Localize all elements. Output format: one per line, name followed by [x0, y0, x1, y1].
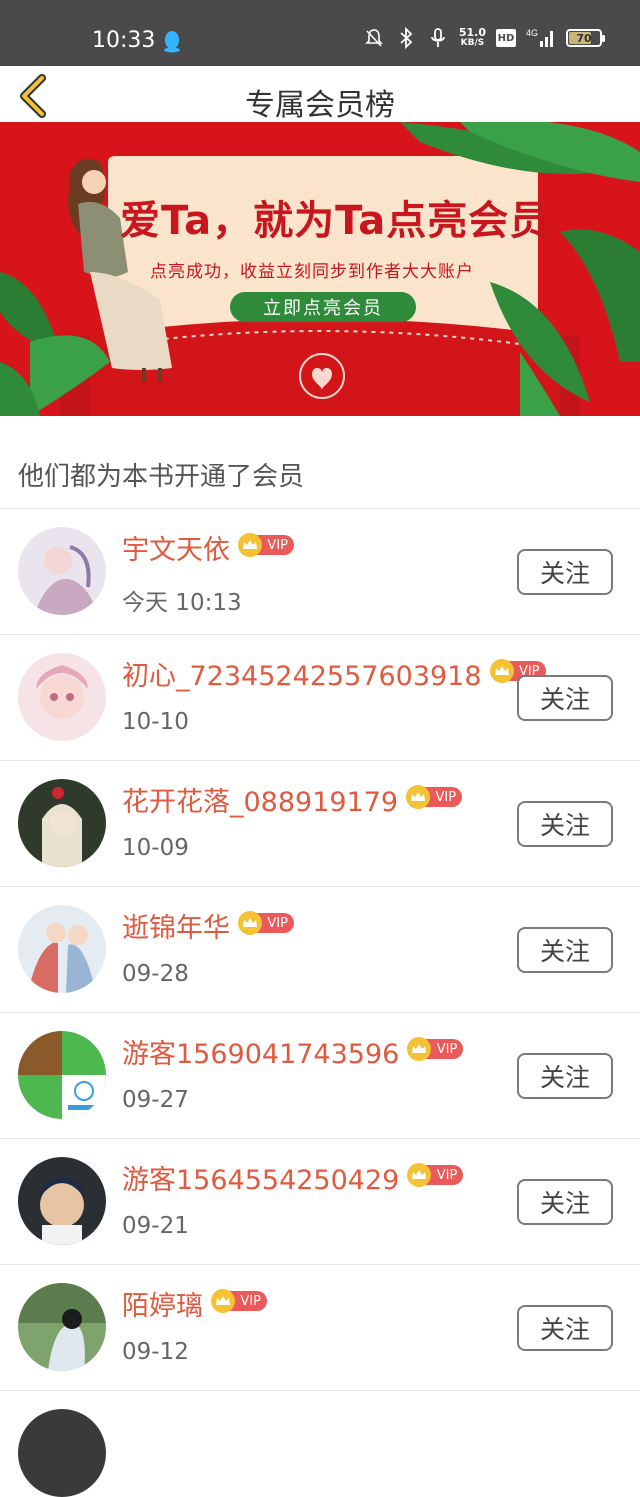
follow-button[interactable]: 关注: [517, 1305, 613, 1351]
crown-icon: [489, 659, 514, 683]
list-item[interactable]: 陌婷璃 VIP 09-12 关注: [0, 1265, 640, 1391]
follow-button[interactable]: 关注: [517, 801, 613, 847]
banner-title: 爱Ta，就为Ta点亮会员: [120, 198, 551, 244]
join-date: 09-28: [122, 961, 189, 987]
vip-badge: VIP: [211, 1289, 267, 1313]
crown-icon: [238, 533, 262, 557]
user-name[interactable]: 游客1564554250429: [122, 1165, 399, 1197]
crown-icon: [238, 911, 262, 935]
vip-badge: VIP: [407, 1037, 464, 1061]
member-list: 宇文天依 VIP 今天 10:13 关注 初心_7234524255760391…: [0, 509, 640, 1497]
follow-button[interactable]: 关注: [517, 675, 613, 721]
user-name[interactable]: 陌婷璃: [122, 1291, 203, 1323]
hd-icon: HD: [496, 29, 516, 47]
user-name[interactable]: 逝锦年华: [122, 913, 230, 945]
avatar[interactable]: [18, 1409, 106, 1497]
join-date: 09-27: [122, 1087, 189, 1113]
svg-text:4G: 4G: [526, 28, 538, 38]
silent-icon: [363, 27, 385, 49]
follow-button[interactable]: 关注: [517, 1179, 613, 1225]
vip-badge: VIP: [406, 785, 463, 809]
status-bar: 10:33 51.0 KB/S HD 4G 70: [0, 0, 640, 66]
network-speed: 51.0 KB/S: [458, 26, 486, 48]
crown-icon: [406, 785, 431, 809]
user-name[interactable]: 初心_72345242557603918: [122, 661, 482, 693]
avatar[interactable]: [18, 905, 106, 993]
nav-bar: 专属会员榜: [0, 66, 640, 123]
user-name[interactable]: 宇文天依: [122, 535, 230, 567]
section-title: 他们都为本书开通了会员: [18, 462, 305, 492]
light-up-membership-button[interactable]: 立即点亮会员: [230, 292, 416, 322]
follow-button[interactable]: 关注: [517, 549, 613, 595]
join-date: 今天 10:13: [122, 590, 242, 616]
list-item[interactable]: 逝锦年华 VIP 09-28 关注: [0, 887, 640, 1013]
qq-notification-icon: [162, 29, 182, 53]
page-title: 专属会员榜: [245, 88, 395, 123]
avatar[interactable]: [18, 527, 106, 615]
list-item[interactable]: 游客1569041743596 VIP 09-27 关注: [0, 1013, 640, 1139]
battery-level: 70: [576, 31, 592, 45]
user-name[interactable]: 花开花落_088919179: [122, 787, 398, 819]
join-date: 10-10: [122, 709, 189, 735]
avatar[interactable]: [18, 1157, 106, 1245]
vip-badge: VIP: [407, 1163, 464, 1187]
vip-badge: VIP: [238, 911, 294, 935]
signal-icon: 4G: [526, 27, 556, 49]
microphone-icon: [427, 27, 449, 49]
join-date: 09-12: [122, 1339, 189, 1365]
avatar[interactable]: [18, 1031, 106, 1119]
follow-button[interactable]: 关注: [517, 1053, 613, 1099]
list-item[interactable]: 花开花落_088919179 VIP 10-09 关注: [0, 761, 640, 887]
join-date: 10-09: [122, 835, 189, 861]
list-item[interactable]: 初心_72345242557603918 VIP 10-10 关注: [0, 635, 640, 761]
banner-subtitle: 点亮成功，收益立刻同步到作者大大账户: [150, 262, 474, 282]
crown-icon: [211, 1289, 235, 1313]
avatar[interactable]: [18, 779, 106, 867]
list-item[interactable]: 宇文天依 VIP 今天 10:13 关注: [0, 509, 640, 635]
join-date: 09-21: [122, 1213, 189, 1239]
list-item[interactable]: [0, 1391, 640, 1497]
bluetooth-icon: [395, 27, 417, 49]
status-time: 10:33: [92, 28, 156, 53]
follow-button[interactable]: 关注: [517, 927, 613, 973]
avatar[interactable]: [18, 653, 106, 741]
avatar[interactable]: [18, 1283, 106, 1371]
battery-icon: 70: [566, 29, 605, 47]
user-name[interactable]: 游客1569041743596: [122, 1039, 399, 1071]
list-item[interactable]: 游客1564554250429 VIP 09-21 关注: [0, 1139, 640, 1265]
vip-badge: VIP: [238, 533, 294, 557]
promo-banner[interactable]: 爱Ta，就为Ta点亮会员 点亮成功，收益立刻同步到作者大大账户 立即点亮会员: [0, 122, 640, 416]
